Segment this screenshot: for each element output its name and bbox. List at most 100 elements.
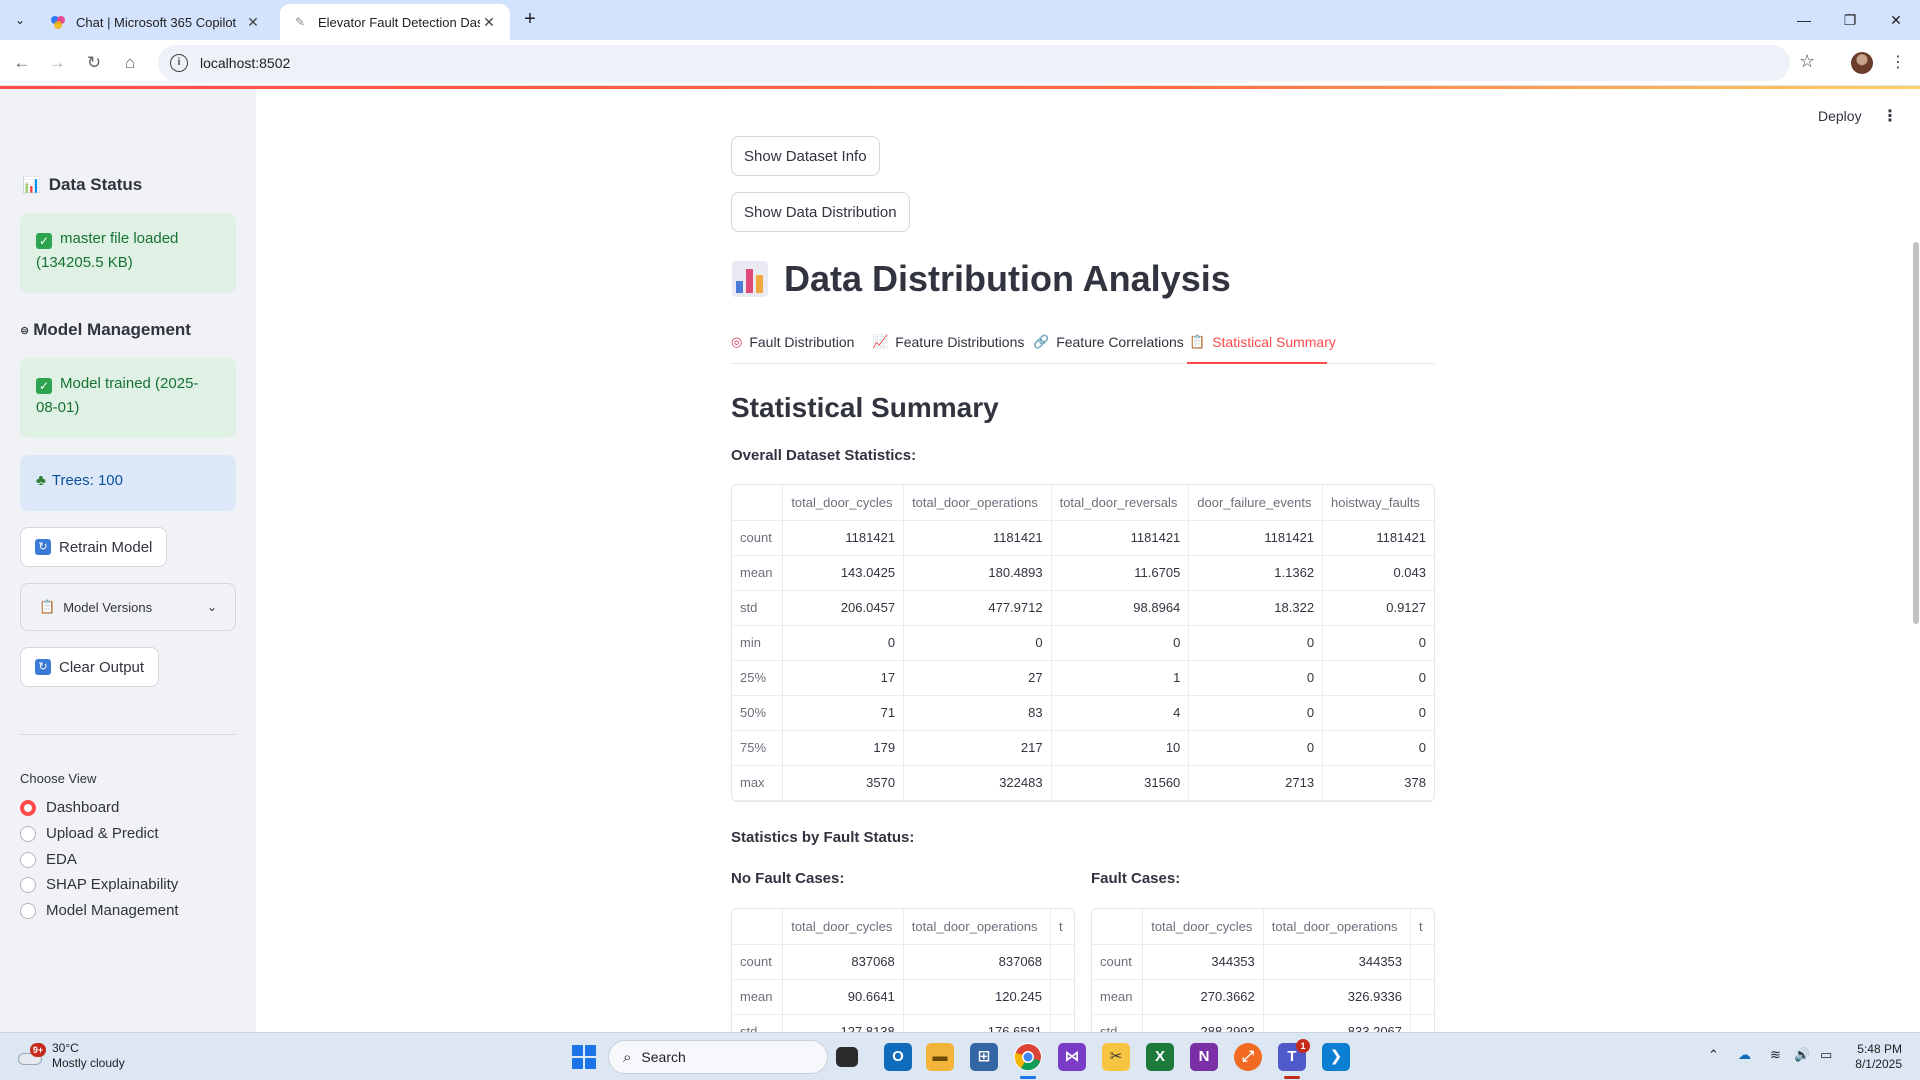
file-explorer-icon[interactable]: ▬: [926, 1043, 954, 1071]
retrain-model-button[interactable]: ↻ Retrain Model: [20, 527, 168, 567]
weather-widget[interactable]: 9+ 30°C Mostly cloudy: [18, 1041, 125, 1071]
table-cell[interactable]: 1181421: [782, 520, 905, 556]
show-data-distribution-button[interactable]: Show Data Distribution: [731, 192, 910, 232]
table-cell[interactable]: [1410, 944, 1434, 980]
table-cell[interactable]: 0: [1322, 730, 1434, 766]
column-header[interactable]: total_door_cycles: [782, 909, 904, 945]
table-cell[interactable]: 0.9127: [1322, 590, 1434, 626]
table-row[interactable]: max 3570 322483 31560 2713 378: [732, 765, 1434, 801]
table-cell[interactable]: 71: [782, 695, 905, 731]
main-scrollbar-thumb[interactable]: [1913, 242, 1919, 624]
overall-stats-table[interactable]: total_door_cycles total_door_operations …: [731, 484, 1435, 802]
battery-icon[interactable]: ▭: [1820, 1047, 1832, 1063]
table-row[interactable]: min 0 0 0 0 0: [732, 625, 1434, 661]
restore-icon[interactable]: ❐: [1838, 8, 1862, 32]
table-cell[interactable]: [1050, 944, 1074, 980]
table-cell[interactable]: 837068: [903, 944, 1052, 980]
browser-tab-dashboard[interactable]: ✎ Elevator Fault Detection Dashbo ✕: [280, 4, 510, 40]
chevron-up-icon[interactable]: ⌃: [1708, 1047, 1719, 1063]
table-cell[interactable]: 180.4893: [903, 555, 1052, 591]
table-cell[interactable]: 90.6641: [782, 979, 904, 1015]
table-cell[interactable]: 0: [782, 625, 905, 661]
table-cell[interactable]: 0: [1051, 625, 1190, 661]
table-cell[interactable]: 2713: [1188, 765, 1324, 801]
table-row[interactable]: count 837068 837068: [732, 944, 1074, 980]
volume-icon[interactable]: 🔊: [1794, 1047, 1810, 1063]
table-cell[interactable]: 120.245: [903, 979, 1052, 1015]
visual-studio-icon[interactable]: ⋈: [1058, 1043, 1086, 1071]
url-text[interactable]: localhost:8502: [200, 55, 290, 71]
table-cell[interactable]: 344353: [1263, 944, 1412, 980]
table-cell[interactable]: 833.2067: [1263, 1014, 1412, 1032]
table-cell[interactable]: 1181421: [903, 520, 1052, 556]
table-cell[interactable]: 3570: [782, 765, 905, 801]
view-radio-eda[interactable]: EDA: [20, 851, 77, 868]
network-app-icon[interactable]: ⊞: [970, 1043, 998, 1071]
table-cell[interactable]: 270.3662: [1142, 979, 1264, 1015]
table-cell[interactable]: 0: [1188, 625, 1324, 661]
taskbar-clock[interactable]: 5:48 PM 8/1/2025: [1850, 1042, 1902, 1072]
no-fault-stats-table[interactable]: total_door_cycles total_door_operations …: [731, 908, 1075, 1032]
column-header[interactable]: total_door_operations: [903, 909, 1052, 945]
table-row[interactable]: 50% 71 83 4 0 0: [732, 695, 1434, 731]
table-row[interactable]: 25% 17 27 1 0 0: [732, 660, 1434, 696]
table-cell[interactable]: 17: [782, 660, 905, 696]
table-cell[interactable]: [1050, 1014, 1074, 1032]
onedrive-icon[interactable]: ☁: [1738, 1047, 1751, 1063]
column-header[interactable]: total_door_cycles: [782, 485, 905, 521]
address-bar[interactable]: i localhost:8502: [158, 45, 1790, 81]
table-cell[interactable]: 18.322: [1188, 590, 1324, 626]
table-row[interactable]: mean 90.6641 120.245: [732, 979, 1074, 1015]
table-row[interactable]: std 127.8138 176.6581: [732, 1014, 1074, 1032]
table-cell[interactable]: 10: [1051, 730, 1190, 766]
table-cell[interactable]: 179: [782, 730, 905, 766]
table-cell[interactable]: 1.1362: [1188, 555, 1324, 591]
table-row[interactable]: std 288.2993 833.2067: [1092, 1014, 1434, 1032]
table-cell[interactable]: 206.0457: [782, 590, 905, 626]
deploy-button[interactable]: Deploy: [1818, 108, 1862, 124]
table-cell[interactable]: 837068: [782, 944, 904, 980]
radio-unselected-icon[interactable]: [20, 876, 36, 893]
windows-start-icon[interactable]: [572, 1045, 596, 1069]
reload-icon[interactable]: ↻: [82, 51, 106, 75]
table-cell[interactable]: 11.6705: [1051, 555, 1190, 591]
fault-stats-table[interactable]: total_door_cycles total_door_operations …: [1091, 908, 1435, 1032]
task-view-icon[interactable]: [836, 1047, 858, 1067]
table-cell[interactable]: 0: [1322, 660, 1434, 696]
snipping-tool-icon[interactable]: ✂: [1102, 1043, 1130, 1071]
site-info-icon[interactable]: i: [170, 54, 188, 72]
table-cell[interactable]: 1181421: [1322, 520, 1434, 556]
column-header[interactable]: hoistway_faults: [1322, 485, 1434, 521]
browser-tab-copilot[interactable]: Chat | Microsoft 365 Copilot ✕: [38, 4, 274, 40]
column-header[interactable]: total_door_operations: [903, 485, 1052, 521]
tab-feature-correlations[interactable]: 🔗 Feature Correlations: [1033, 334, 1184, 350]
table-cell[interactable]: 0.043: [1322, 555, 1434, 591]
table-cell[interactable]: 344353: [1142, 944, 1264, 980]
view-radio-shap[interactable]: SHAP Explainability: [20, 876, 178, 893]
minimize-icon[interactable]: —: [1792, 8, 1816, 32]
table-cell[interactable]: [1410, 1014, 1434, 1032]
table-row[interactable]: mean 143.0425 180.4893 11.6705 1.1362 0.043: [732, 555, 1434, 591]
postman-icon[interactable]: ⤢: [1234, 1043, 1262, 1071]
table-cell[interactable]: 1181421: [1051, 520, 1190, 556]
column-header[interactable]: t: [1410, 909, 1434, 945]
table-row[interactable]: std 206.0457 477.9712 98.8964 18.322 0.9127: [732, 590, 1434, 626]
table-cell[interactable]: 378: [1322, 765, 1434, 801]
radio-unselected-icon[interactable]: [20, 851, 36, 868]
back-icon[interactable]: ←: [10, 51, 34, 75]
radio-selected-icon[interactable]: [20, 799, 36, 816]
chrome-icon[interactable]: [1014, 1043, 1042, 1071]
clear-output-button[interactable]: ↻ Clear Output: [20, 647, 160, 687]
radio-unselected-icon[interactable]: [20, 902, 36, 919]
table-cell[interactable]: 143.0425: [782, 555, 905, 591]
tab-fault-distribution[interactable]: ◎ Fault Distribution: [731, 334, 854, 350]
table-cell[interactable]: 0: [1188, 660, 1324, 696]
new-tab-icon[interactable]: +: [518, 8, 542, 32]
model-versions-expander[interactable]: 📋 Model Versions ⌄: [20, 583, 236, 631]
taskbar-search[interactable]: ⌕ Search: [608, 1040, 828, 1074]
close-tab-icon[interactable]: ✕: [244, 14, 262, 31]
app-menu-icon[interactable]: ⋮: [1882, 106, 1898, 126]
table-cell[interactable]: 31560: [1051, 765, 1190, 801]
table-cell[interactable]: 288.2993: [1142, 1014, 1264, 1032]
table-cell[interactable]: 127.8138: [782, 1014, 904, 1032]
